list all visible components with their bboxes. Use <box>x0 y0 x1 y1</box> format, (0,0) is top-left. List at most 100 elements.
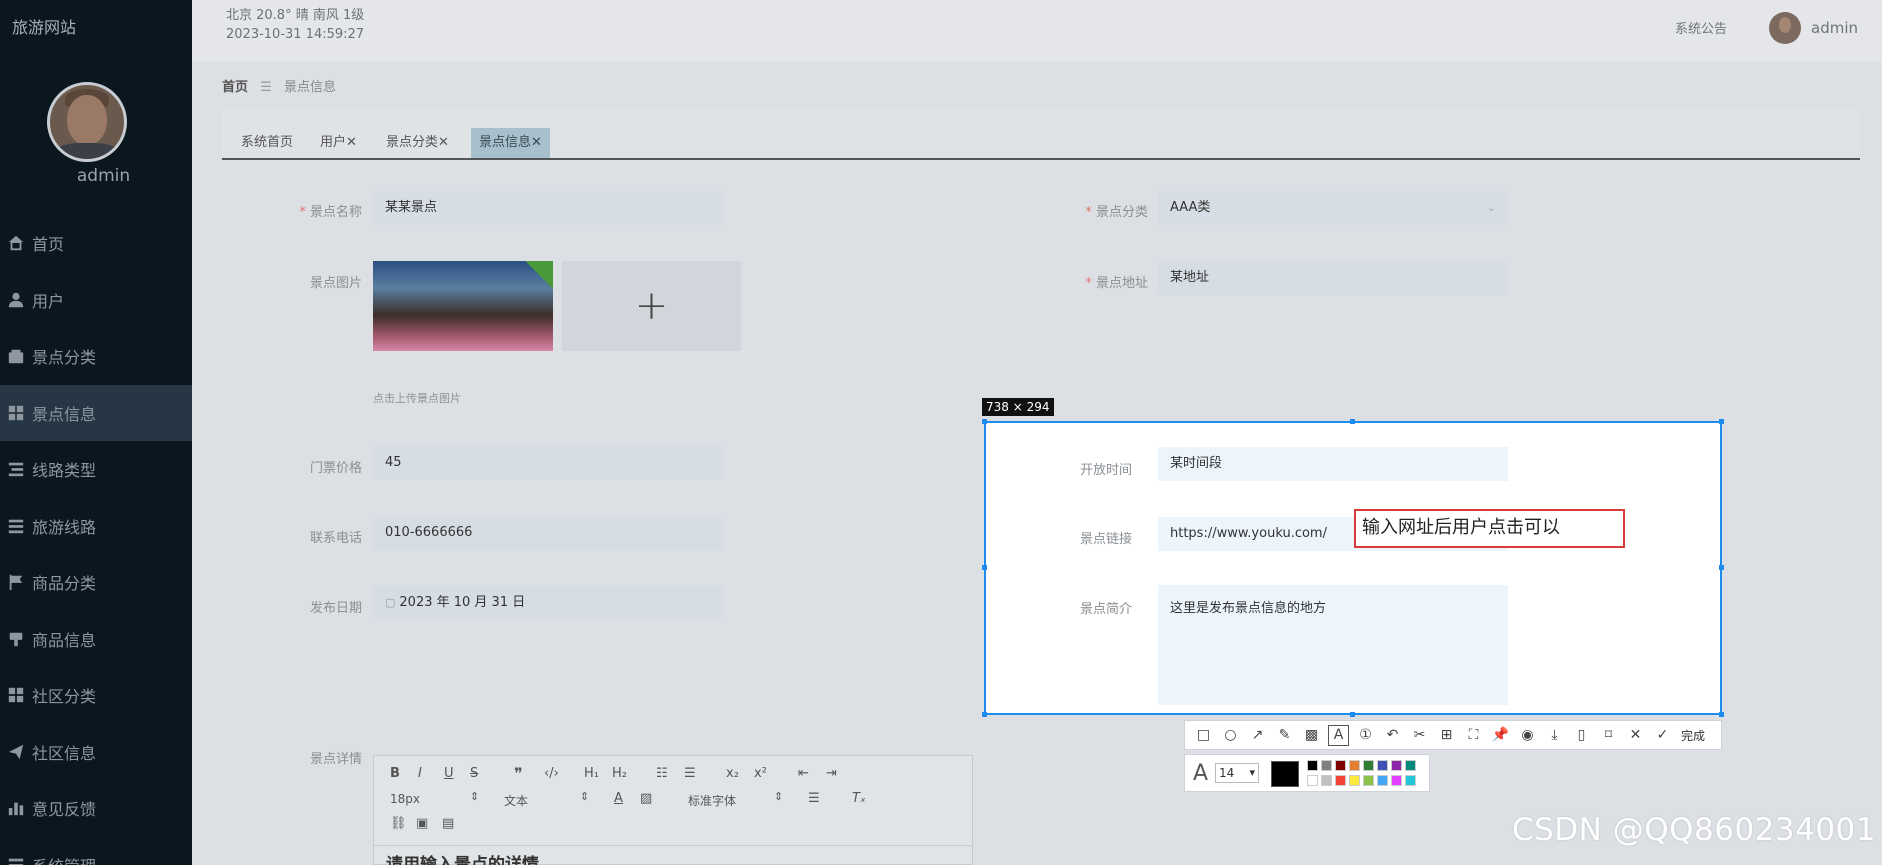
snapshot-selection[interactable]: 开放时间 某时间段 景点链接 https://www.youku.com/ 景点… <box>984 421 1722 715</box>
done-button[interactable]: 完成 <box>1681 727 1705 744</box>
phone-input[interactable]: 010-6666666 <box>373 516 723 550</box>
text-annotation-box[interactable]: 输入网址后用户点击可以 <box>1354 509 1625 548</box>
background-color-icon[interactable]: ▨ <box>640 791 652 806</box>
mosaic-icon[interactable]: ▩ <box>1301 725 1322 746</box>
font-family-select[interactable]: 标准字体 <box>688 792 736 809</box>
annotation-font-size-select[interactable]: 14 <box>1215 763 1259 783</box>
name-input[interactable]: 某某景点 <box>373 191 723 225</box>
avatar[interactable] <box>47 82 127 162</box>
code-icon[interactable]: ‹/› <box>544 766 559 781</box>
intro-textarea[interactable]: 这里是发布景点信息的地方 <box>1158 585 1508 705</box>
image-icon[interactable]: ▣ <box>416 816 428 831</box>
sidebar-item-scenic-info[interactable]: 景点信息 <box>0 384 192 441</box>
category-select[interactable]: AAA类 ⌄ <box>1158 191 1508 225</box>
sidebar-item-feedback[interactable]: 意见反馈 <box>0 780 192 837</box>
rectangle-icon[interactable]: □ <box>1193 725 1214 746</box>
color-swatch[interactable] <box>1363 775 1374 786</box>
resize-handle[interactable] <box>982 565 987 570</box>
quote-icon[interactable]: ❞ <box>514 764 523 783</box>
price-input[interactable]: 45 <box>373 446 723 480</box>
translate-icon[interactable]: ⊞ <box>1436 725 1457 746</box>
date-input[interactable]: ▢ 2023 年 10 月 31 日 <box>373 586 723 620</box>
ellipse-icon[interactable]: ○ <box>1220 725 1241 746</box>
subscript-icon[interactable]: x₂ <box>726 766 739 781</box>
breadcrumb-home[interactable]: 首页 <box>222 80 248 95</box>
outdent-icon[interactable]: ⇤ <box>798 766 809 781</box>
fullscreen-icon[interactable]: ⛶ <box>1463 725 1484 746</box>
color-swatch[interactable] <box>1391 760 1402 771</box>
color-swatch[interactable] <box>1391 775 1402 786</box>
h1-icon[interactable]: H₁ <box>584 766 599 781</box>
align-icon[interactable]: ☰ <box>808 791 820 806</box>
indent-icon[interactable]: ⇥ <box>826 766 837 781</box>
sidebar-item-travel-route[interactable]: 旅游线路 <box>0 498 192 555</box>
sidebar-item-goods-category[interactable]: 商品分类 <box>0 554 192 611</box>
sidebar-item-goods-info[interactable]: 商品信息 <box>0 611 192 668</box>
link-icon[interactable]: ⛓ <box>390 816 407 831</box>
address-input[interactable]: 某地址 <box>1158 261 1508 295</box>
scissors-icon[interactable]: ✂ <box>1409 725 1430 746</box>
color-swatch[interactable] <box>1349 775 1360 786</box>
color-swatch[interactable] <box>1377 775 1388 786</box>
resize-handle[interactable] <box>1350 712 1355 717</box>
clear-format-icon[interactable]: Tₓ <box>852 791 866 806</box>
arrow-icon[interactable]: ↗ <box>1247 725 1268 746</box>
sidebar-item-community-category[interactable]: 社区分类 <box>0 667 192 724</box>
sidebar-item-community-info[interactable]: 社区信息 <box>0 724 192 781</box>
resize-handle[interactable] <box>1719 712 1724 717</box>
pin-icon[interactable]: 📌 <box>1490 725 1511 746</box>
download-icon[interactable]: ⤓ <box>1544 725 1565 746</box>
sidebar-item-scenic-category[interactable]: 景点分类 <box>0 328 192 385</box>
open-time-input[interactable]: 某时间段 <box>1158 447 1508 481</box>
undo-icon[interactable]: ↶ <box>1382 725 1403 746</box>
ordered-list-icon[interactable]: ☷ <box>656 766 668 781</box>
color-swatch[interactable] <box>1321 775 1332 786</box>
tab-scenic-category[interactable]: 景点分类✕ <box>378 128 457 158</box>
underline-icon[interactable]: U <box>444 766 454 781</box>
upload-image-button[interactable]: + <box>562 261 741 351</box>
record-icon[interactable]: ◉ <box>1517 725 1538 746</box>
resize-handle[interactable] <box>1719 565 1724 570</box>
tab-scenic-info[interactable]: 景点信息✕ <box>471 128 550 158</box>
sidebar-item-home[interactable]: 首页 <box>0 215 192 272</box>
resize-handle[interactable] <box>1719 419 1724 424</box>
phone-icon[interactable]: ▯ <box>1571 725 1592 746</box>
font-color-icon[interactable]: A <box>614 791 623 806</box>
sidebar-item-user[interactable]: 用户 <box>0 272 192 329</box>
text-tool-icon[interactable]: A <box>1328 724 1349 746</box>
color-swatch[interactable] <box>1405 760 1416 771</box>
color-swatch[interactable] <box>1405 775 1416 786</box>
resize-handle[interactable] <box>982 419 987 424</box>
current-color-swatch[interactable] <box>1271 761 1299 787</box>
color-swatch[interactable] <box>1377 760 1388 771</box>
system-notice-link[interactable]: 系统公告 <box>1675 18 1727 37</box>
bold-icon[interactable]: B <box>390 766 400 781</box>
resize-handle[interactable] <box>1350 419 1355 424</box>
color-swatch[interactable] <box>1363 760 1374 771</box>
color-swatch[interactable] <box>1335 760 1346 771</box>
h2-icon[interactable]: H₂ <box>612 766 627 781</box>
color-swatch[interactable] <box>1307 760 1318 771</box>
check-icon[interactable]: ✓ <box>1652 725 1673 746</box>
scenic-image-thumbnail[interactable] <box>373 261 553 351</box>
close-icon[interactable]: ✕ <box>1625 725 1646 746</box>
tab-system-home[interactable]: 系统首页 <box>233 128 301 158</box>
video-icon[interactable]: ▤ <box>442 816 454 831</box>
color-swatch[interactable] <box>1307 775 1318 786</box>
superscript-icon[interactable]: x² <box>754 766 767 781</box>
italic-icon[interactable]: I <box>418 766 422 781</box>
sidebar-item-route-type[interactable]: 线路类型 <box>0 441 192 498</box>
color-swatch[interactable] <box>1349 760 1360 771</box>
pen-icon[interactable]: ✎ <box>1274 725 1295 746</box>
color-swatch[interactable] <box>1321 760 1332 771</box>
number-icon[interactable]: ① <box>1355 725 1376 746</box>
font-size-select[interactable]: 18px <box>390 792 420 806</box>
editor-content[interactable]: 请用输入景点的详情 <box>386 850 539 865</box>
sidebar-item-system[interactable]: 系统管理 <box>0 837 192 865</box>
bookmark-icon[interactable]: ⌑ <box>1598 725 1619 746</box>
tab-user[interactable]: 用户✕ <box>312 128 365 158</box>
color-swatch[interactable] <box>1335 775 1346 786</box>
format-select[interactable]: 文本 <box>504 792 528 809</box>
resize-handle[interactable] <box>982 712 987 717</box>
strike-icon[interactable]: S <box>470 766 478 781</box>
